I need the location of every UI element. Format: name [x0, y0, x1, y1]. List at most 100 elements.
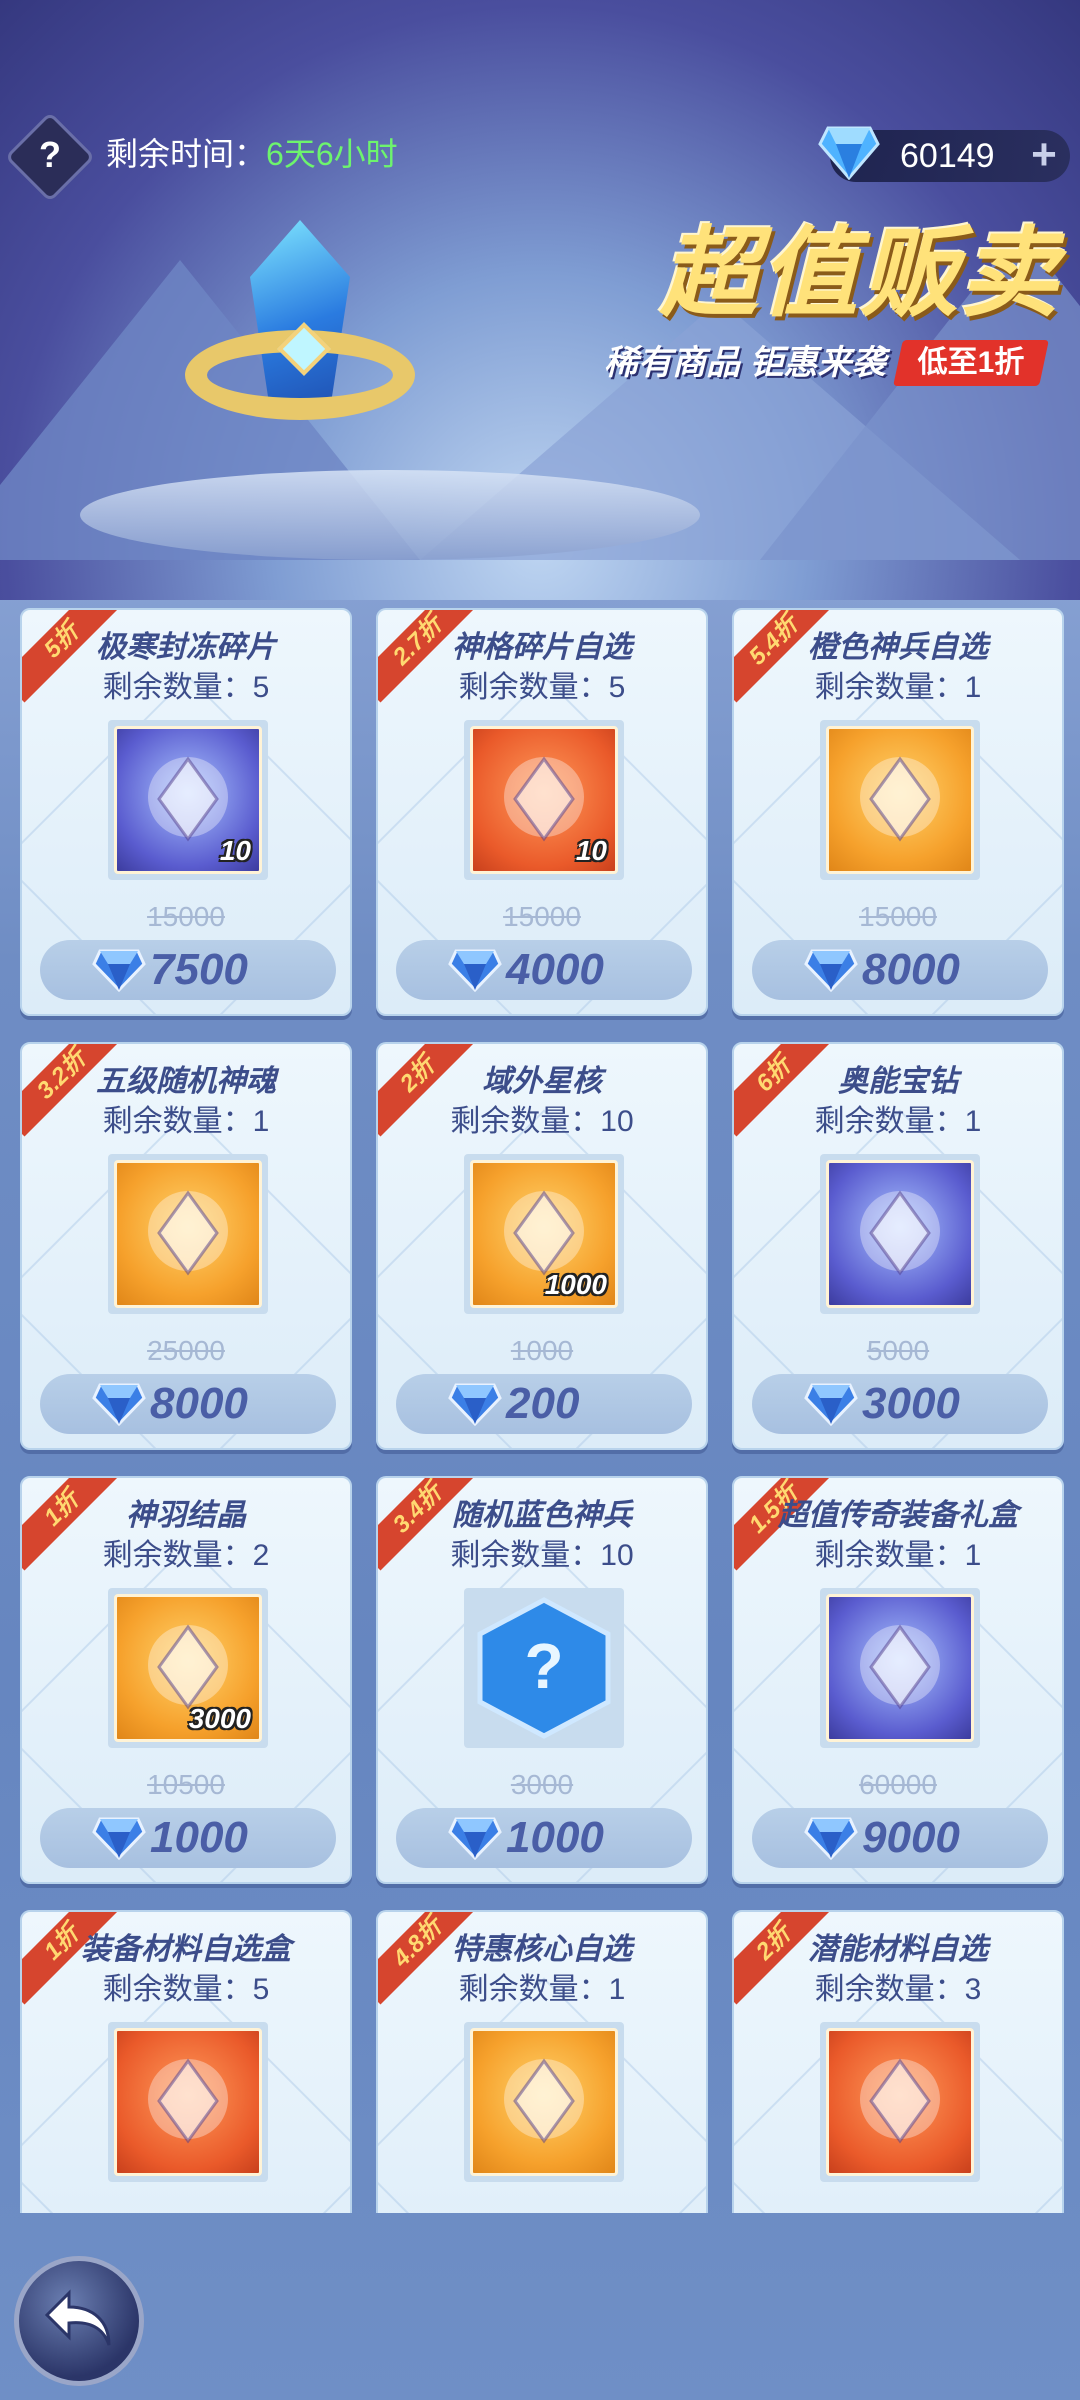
original-price: 15000	[22, 900, 350, 934]
original-price: 60000	[734, 1768, 1062, 1802]
item-name: 五级随机神魂	[96, 1065, 276, 1098]
buy-button[interactable]: 3000	[752, 1374, 1048, 1434]
item-remaining: 剩余数量：1	[102, 1105, 270, 1138]
item-icon-frame[interactable]	[108, 2022, 268, 2182]
original-price: 5000	[734, 1334, 1062, 1368]
phoenix-feather-icon: 3000	[114, 1594, 262, 1742]
item-icon-frame[interactable]: ?	[464, 1588, 624, 1748]
price-value: 1000	[150, 1813, 248, 1862]
diamond-icon	[92, 1382, 146, 1427]
buy-button[interactable]: 8000	[752, 940, 1048, 1000]
shop-item-card[interactable]: 1折 神羽结晶 剩余数量：2 3000 10500 1000	[20, 1476, 352, 1884]
diamond-icon	[448, 1382, 502, 1427]
item-icon-frame[interactable]: 10	[464, 720, 624, 880]
item-remaining: 剩余数量：2	[102, 1539, 270, 1572]
original-price: 15000	[734, 900, 1062, 934]
item-art	[148, 1190, 228, 1276]
item-remaining: 剩余数量：10	[450, 1105, 634, 1138]
add-diamond-button[interactable]: +	[1026, 133, 1062, 177]
item-name: 特惠核心自选	[452, 1933, 632, 1966]
original-price-value: 15000	[503, 901, 581, 932]
buy-button[interactable]: 7500	[40, 940, 336, 1000]
item-remaining: 剩余数量：5	[102, 1973, 270, 2006]
top-bar: ? 剩余时间：6天6小时 60149 +	[0, 111, 1080, 203]
item-name: 极寒封冻碎片	[96, 631, 276, 664]
item-remaining: 剩余数量：1	[814, 1105, 982, 1138]
buy-button[interactable]: 4000	[396, 940, 692, 1000]
random-blue-weapon-icon: ?	[470, 1594, 618, 1742]
shop-item-card[interactable]: 1.5折 超值传奇装备礼盒 剩余数量：1 60000 9000	[732, 1476, 1064, 1884]
promo-subtitle: 稀有商品 钜惠来袭	[604, 344, 886, 382]
item-quantity: 10	[219, 835, 251, 866]
shop-item-card[interactable]: 5.4折 橙色神兵自选 剩余数量：1 15000 8000	[732, 608, 1064, 1016]
shop-item-card[interactable]: 6折 奥能宝钻 剩余数量：1 5000 3000	[732, 1042, 1064, 1450]
arcane-diamond-icon	[826, 1160, 974, 1308]
item-remaining: 剩余数量：1	[814, 1539, 982, 1572]
item-name: 神格碎片自选	[452, 631, 632, 664]
original-price: 10500	[22, 1768, 350, 1802]
core-card-icon	[470, 2028, 618, 2176]
item-quantity: 10	[575, 835, 607, 866]
godhead-cube-icon: 10	[470, 726, 618, 874]
buy-button[interactable]: 9000	[752, 1808, 1048, 1868]
promo-tag-label: 低至1折	[917, 346, 1025, 379]
item-name: 装备材料自选盒	[81, 1933, 291, 1966]
star-core-ore-icon: 1000	[470, 1160, 618, 1308]
item-icon-frame[interactable]	[108, 1154, 268, 1314]
promo-tag: 低至1折	[893, 340, 1049, 386]
price-value: 7500	[150, 945, 248, 994]
original-price-value: 1000	[510, 1335, 574, 1366]
item-remaining: 剩余数量：1	[814, 671, 982, 704]
item-name: 超值传奇装备礼盒	[778, 1499, 1018, 1532]
shop-item-card[interactable]: 5折 极寒封冻碎片 剩余数量：5 10 15000 7500	[20, 608, 352, 1016]
item-name: 橙色神兵自选	[808, 631, 988, 664]
price-value: 3000	[862, 1379, 960, 1428]
original-price: 3000	[378, 1768, 706, 1802]
buy-button[interactable]: 1000	[40, 1808, 336, 1868]
item-icon-frame[interactable]	[820, 720, 980, 880]
original-price-value: 15000	[147, 901, 225, 932]
item-icon-frame[interactable]: 1000	[464, 1154, 624, 1314]
shop-item-card[interactable]: 3.4折 随机蓝色神兵 剩余数量：10? 3000 1000	[376, 1476, 708, 1884]
shop-item-card[interactable]: 2.7折 神格碎片自选 剩余数量：5 10 15000 4000	[376, 608, 708, 1016]
item-art	[148, 2058, 228, 2144]
shop-item-card[interactable]: 2折 潜能材料自选 剩余数量：3	[732, 1910, 1064, 2213]
shop-item-card[interactable]: 2折 域外星核 剩余数量：10 1000 1000 200	[376, 1042, 708, 1450]
original-price: 15000	[378, 900, 706, 934]
original-price: 25000	[22, 1334, 350, 1368]
item-remaining: 剩余数量：1	[458, 1973, 626, 2006]
item-icon-frame[interactable]: 3000	[108, 1588, 268, 1748]
diamond-icon	[818, 126, 880, 180]
price-value: 8000	[862, 945, 960, 994]
remaining-time-value: 6天6小时	[266, 136, 398, 172]
item-remaining: 剩余数量：3	[814, 1973, 982, 2006]
orange-weapon-icon	[826, 726, 974, 874]
diamond-icon	[448, 1816, 502, 1861]
item-quantity: 1000	[544, 1269, 607, 1300]
random-soul-icon	[114, 1160, 262, 1308]
original-price-value: 10500	[147, 1769, 225, 1800]
item-icon-frame[interactable]	[464, 2022, 624, 2182]
price-value: 8000	[150, 1379, 248, 1428]
legendary-armor-box-icon	[826, 1594, 974, 1742]
buy-button[interactable]: 8000	[40, 1374, 336, 1434]
buy-button[interactable]: 200	[396, 1374, 692, 1434]
back-arrow-icon	[44, 2289, 111, 2346]
item-icon-frame[interactable]	[820, 1154, 980, 1314]
diamond-balance: 60149 +	[818, 126, 1070, 182]
help-icon[interactable]: ?	[30, 130, 70, 180]
back-button[interactable]	[14, 2256, 144, 2386]
original-price-value: 60000	[859, 1769, 937, 1800]
item-icon-frame[interactable]	[820, 2022, 980, 2182]
price-value: 9000	[862, 1813, 960, 1862]
hero-banner: 超值贩卖 稀有商品 钜惠来袭 低至1折	[0, 0, 1080, 600]
buy-button[interactable]: 1000	[396, 1808, 692, 1868]
item-icon-frame[interactable]	[820, 1588, 980, 1748]
shop-item-card[interactable]: 4.8折 特惠核心自选 剩余数量：1	[376, 1910, 708, 2213]
diamond-icon	[448, 948, 502, 993]
item-icon-frame[interactable]: 10	[108, 720, 268, 880]
shop-item-card[interactable]: 3.2折 五级随机神魂 剩余数量：1 25000 8000	[20, 1042, 352, 1450]
shop-item-card[interactable]: 1折 装备材料自选盒 剩余数量：5	[20, 1910, 352, 2213]
diamond-icon	[804, 1816, 858, 1861]
treasure-chest-icon	[826, 2028, 974, 2176]
